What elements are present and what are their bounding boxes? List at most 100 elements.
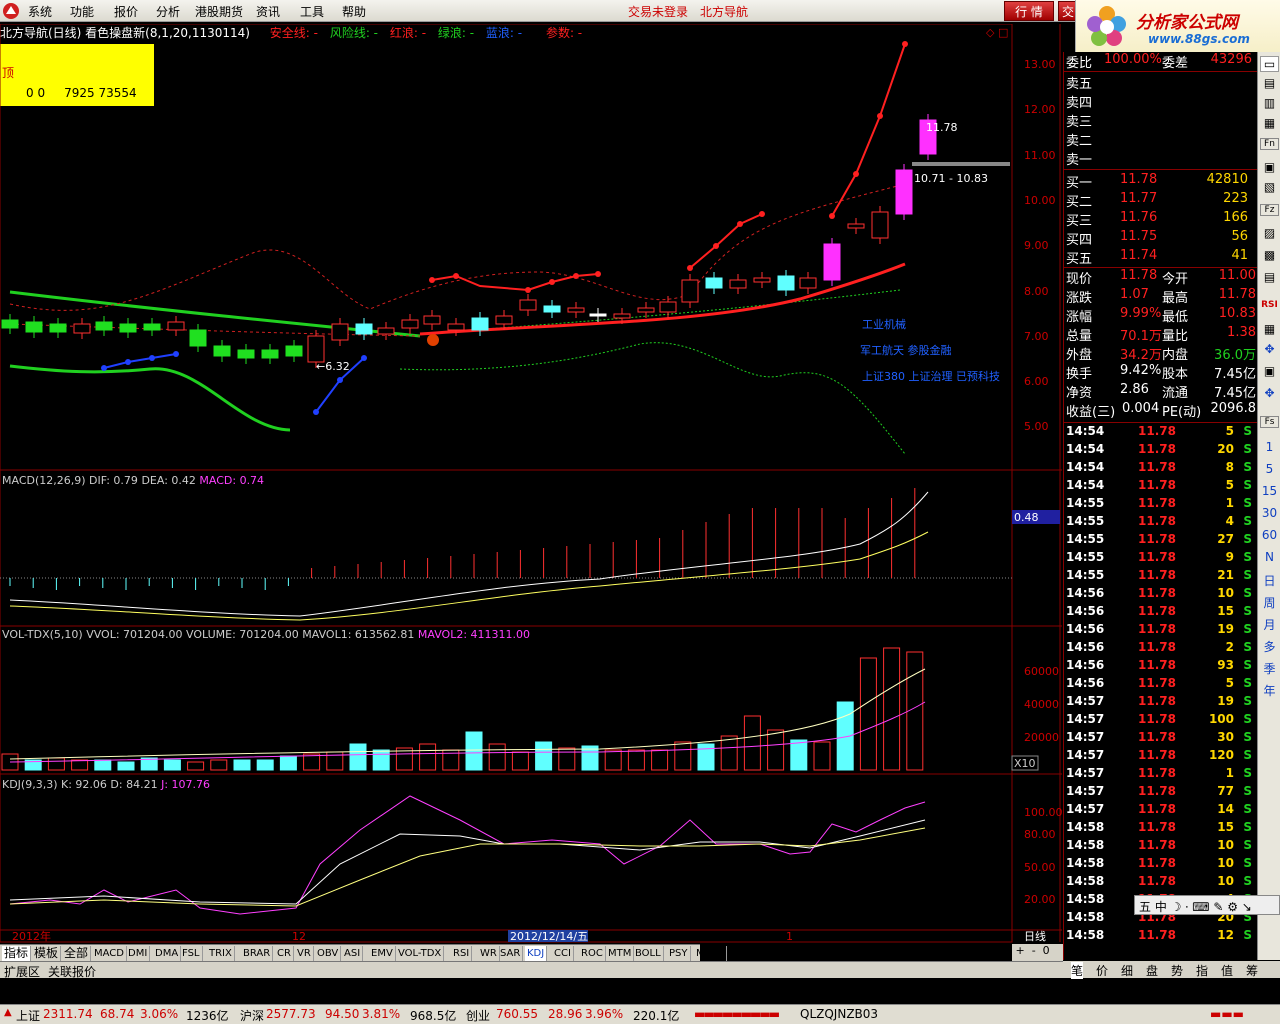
toolbar-icon-9[interactable]: ▤	[1260, 270, 1279, 284]
tick-row: 14:56 11.78 2 S	[1066, 640, 1252, 654]
tab-emv[interactable]: EMV	[369, 946, 396, 961]
tab-trix[interactable]: TRIX	[207, 946, 235, 961]
tick-row: 14:57 11.78 30 S	[1066, 730, 1252, 744]
menu-hk-futures[interactable]: 港股期货	[195, 3, 243, 20]
period-60[interactable]: 60	[1260, 528, 1279, 542]
tick-row: 14:54 11.78 8 S	[1066, 460, 1252, 474]
tab-brar[interactable]: BRAR	[241, 946, 274, 961]
kdj-k-line	[9, 819, 926, 905]
toolbar-icon-4[interactable]: ▦	[1260, 116, 1279, 130]
toolbar-f2[interactable]: Fz	[1260, 204, 1279, 216]
menu-analysis[interactable]: 分析	[156, 3, 180, 20]
quote-button[interactable]: 行 情	[1004, 1, 1054, 21]
tab-wr[interactable]: WR	[478, 946, 500, 961]
period-多[interactable]: 多	[1260, 638, 1279, 655]
tab-mcst[interactable]: MCST	[694, 946, 728, 961]
tab-psy[interactable]: PSY	[667, 946, 691, 961]
period-N[interactable]: N	[1260, 550, 1279, 564]
qtab-5[interactable]: 指	[1196, 962, 1208, 979]
toolbar-icon-8[interactable]: ▩	[1260, 248, 1279, 262]
tab-macd[interactable]: MACD	[92, 946, 127, 961]
tab-指标[interactable]: 指标	[2, 946, 32, 961]
toolbar-rsi[interactable]: RSI	[1260, 300, 1279, 310]
tab-mtm[interactable]: MTM	[606, 946, 635, 961]
volume-bar	[419, 743, 437, 771]
volume-bar	[488, 743, 506, 771]
price-tick: 10.00	[1024, 194, 1056, 207]
volume-bar	[859, 657, 877, 771]
toolbar-icon-3[interactable]: ▥	[1260, 96, 1279, 110]
toolbar-icon-1[interactable]: ▭	[1260, 56, 1279, 72]
volume-bar	[674, 741, 692, 771]
concept-2: 军工航天 参股金融	[860, 343, 952, 357]
tab-obv[interactable]: OBV	[315, 946, 342, 961]
qtab-0[interactable]: 笔	[1071, 962, 1084, 979]
period-1[interactable]: 1	[1260, 440, 1279, 454]
period-日[interactable]: 日	[1260, 572, 1279, 589]
toolbar-icon-7[interactable]: ▨	[1260, 226, 1279, 240]
tab-模板[interactable]: 模板	[32, 946, 62, 961]
toolbar-move-icon[interactable]: ✥	[1260, 342, 1279, 356]
app-logo-icon	[3, 3, 19, 19]
tab-fsl[interactable]: FSL	[180, 946, 203, 961]
qtab-1[interactable]: 价	[1096, 962, 1108, 979]
qtab-7[interactable]: 筹	[1246, 962, 1258, 979]
tab-related[interactable]: 关联报价	[48, 963, 96, 980]
qtab-3[interactable]: 盘	[1146, 962, 1158, 979]
tab-cci[interactable]: CCI	[552, 946, 574, 961]
kdj-tick: 50.00	[1024, 861, 1056, 874]
tab-extend[interactable]: 扩展区	[4, 963, 40, 980]
tab-全部[interactable]: 全部	[62, 946, 92, 961]
weicha-value: 43296	[1210, 52, 1252, 67]
candle	[543, 305, 561, 313]
tab-cr[interactable]: CR	[275, 946, 294, 961]
tab-vol-tdx[interactable]: VOL-TDX	[396, 946, 445, 961]
brand-url[interactable]: www.88gs.com	[1148, 32, 1250, 46]
tab-rsi[interactable]: RSI	[451, 946, 473, 961]
volume-bar	[279, 755, 297, 771]
toolbar-fn[interactable]: Fn	[1260, 138, 1279, 150]
tab-sar[interactable]: SAR	[498, 946, 524, 961]
qtab-2[interactable]: 细	[1121, 962, 1133, 979]
scroll-controls[interactable]: + - 0	[1012, 944, 1063, 961]
tab-vr[interactable]: VR	[295, 946, 314, 961]
stat-row: 现价 11.78 今开 11.00	[1066, 268, 1256, 287]
period-季[interactable]: 季	[1260, 660, 1279, 677]
candle	[519, 299, 537, 311]
qtab-4[interactable]: 势	[1171, 962, 1183, 979]
menu-system[interactable]: 系统	[28, 3, 52, 20]
period-15[interactable]: 15	[1260, 484, 1279, 498]
cy-label: 创业	[466, 1009, 491, 1023]
menu-help[interactable]: 帮助	[342, 3, 366, 20]
menu-info[interactable]: 资讯	[256, 3, 280, 20]
menu-quote[interactable]: 报价	[114, 3, 138, 20]
ime-toolbar[interactable]: 五 中 ☽ ⸱ ⌨ ✎ ⚙ ↘	[1134, 895, 1280, 915]
tab-asi[interactable]: ASI	[342, 946, 364, 961]
period-周[interactable]: 周	[1260, 594, 1279, 611]
tab-roc[interactable]: ROC	[579, 946, 606, 961]
toolbar-icon-6[interactable]: ▧	[1260, 180, 1279, 194]
qtab-6[interactable]: 值	[1221, 962, 1233, 979]
login-status[interactable]: 交易未登录	[628, 3, 688, 20]
toolbar-arrows-icon[interactable]: ✥	[1260, 386, 1279, 400]
period-月[interactable]: 月	[1260, 616, 1279, 633]
menu-function[interactable]: 功能	[70, 3, 94, 20]
period-5[interactable]: 5	[1260, 462, 1279, 476]
tab-dmi[interactable]: DMI	[126, 946, 151, 961]
menu-tools[interactable]: 工具	[300, 3, 324, 20]
tab-kdj[interactable]: KDJ	[525, 946, 548, 961]
toolbar-fs[interactable]: Fs	[1260, 416, 1279, 428]
price-tick: 9.00	[1024, 239, 1049, 252]
period-30[interactable]: 30	[1260, 506, 1279, 520]
tab-dma[interactable]: DMA	[153, 946, 182, 961]
kline-chart[interactable]: 13.00 12.00 11.00 10.00 9.00 8.00 7.00 6…	[0, 24, 1063, 944]
toolbar-icon-5[interactable]: ▣	[1260, 160, 1279, 174]
toolbar-icon-10[interactable]: ▦	[1260, 322, 1279, 336]
cy-amount: 220.1亿	[633, 1009, 680, 1023]
toolbar-icon-11[interactable]: ▣	[1260, 364, 1279, 378]
sell-1: 卖一	[1066, 153, 1093, 168]
toolbar-icon-2[interactable]: ▤	[1260, 76, 1279, 90]
volume-bar	[47, 757, 65, 771]
period-年[interactable]: 年	[1260, 682, 1279, 699]
tab-boll[interactable]: BOLL	[633, 946, 664, 961]
